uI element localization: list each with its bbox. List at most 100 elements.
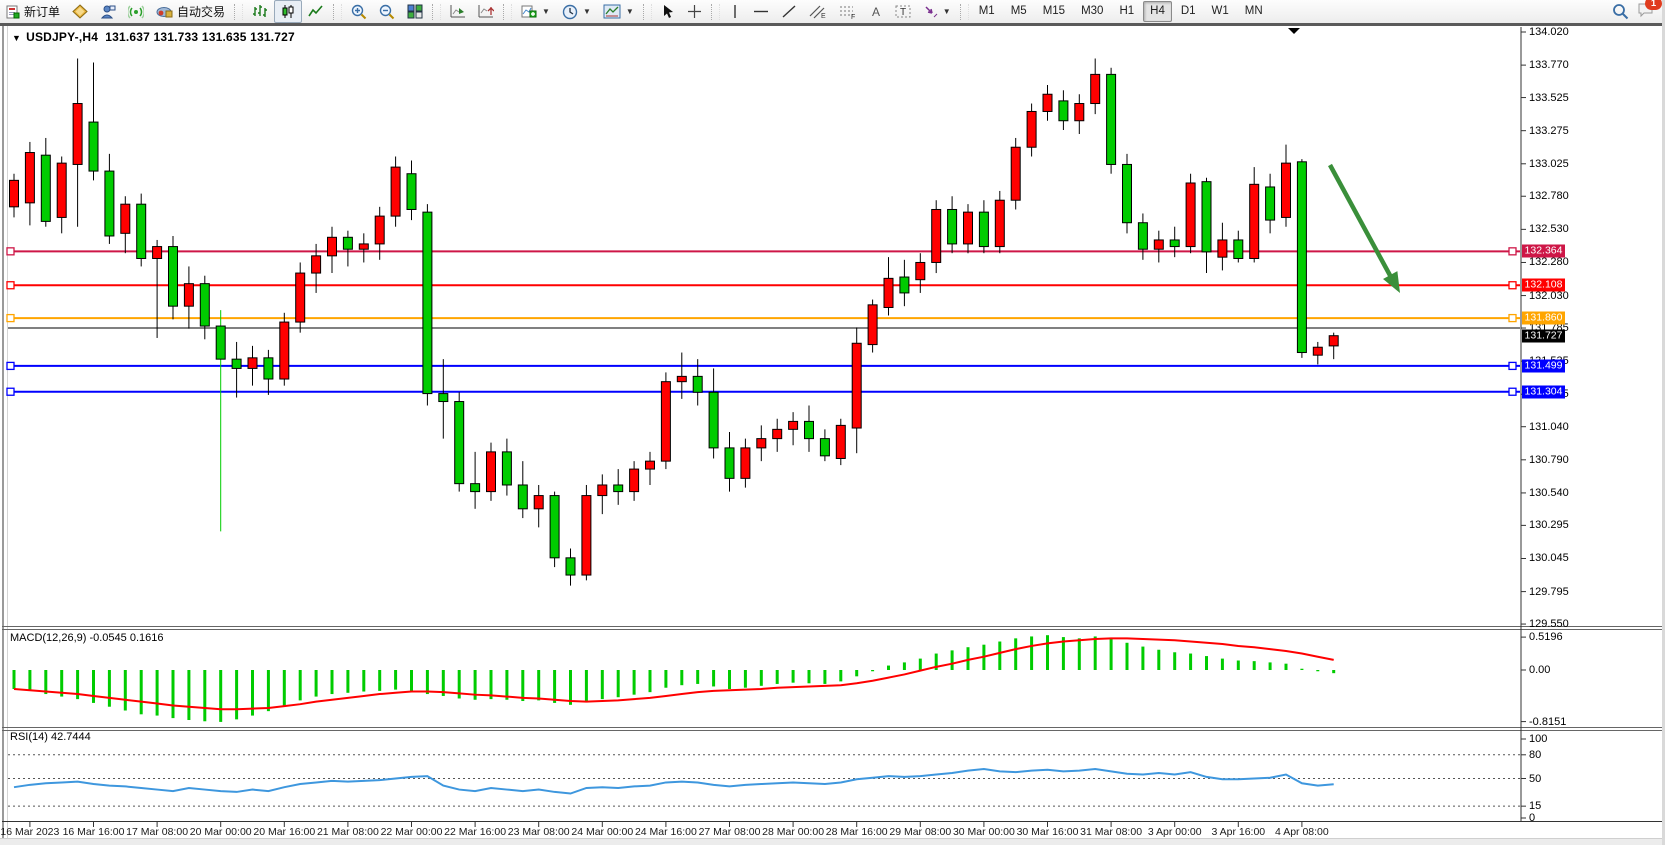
candle-body [1282,163,1291,217]
candle-body [1154,240,1163,249]
price-axis-tick: 132.530 [1529,223,1569,235]
candle-body [661,382,670,461]
rsi-axis-tick: 50 [1529,773,1541,785]
line-anchor-handle[interactable] [1509,388,1516,395]
price-axis-tick: 133.025 [1529,158,1569,170]
macd-histogram-bar [601,670,604,699]
time-axis-label: 31 Mar 08:00 [1080,826,1142,838]
macd-histogram-bar [871,670,874,671]
macd-histogram-bar [712,670,715,686]
price-tag: 131.304 [1522,385,1565,398]
line-anchor-handle[interactable] [1509,362,1516,369]
candle-body [1313,347,1322,355]
price-axis-tick: 133.525 [1529,92,1569,104]
rsi-line [14,769,1334,793]
candle-body [1011,147,1020,200]
candle-body [375,216,384,244]
macd-histogram-bar [760,670,763,686]
macd-histogram-bar [1078,638,1081,670]
candle-body [1091,74,1100,103]
macd-histogram-bar [1189,654,1192,670]
candle-body [995,200,1004,246]
candle-body [200,284,209,326]
rsi-label: RSI(14) 42.7444 [10,731,91,743]
candle-body [709,392,718,448]
candle-body [693,376,702,392]
macd-histogram-bar [887,666,890,670]
macd-histogram-bar [1300,669,1303,670]
candle-body [1059,101,1068,121]
candle-body [407,174,416,210]
candle-body [916,262,925,279]
line-anchor-handle[interactable] [1509,248,1516,255]
status-strip [0,838,1665,845]
macd-histogram-bar [1094,636,1097,670]
line-anchor-handle[interactable] [1509,282,1516,289]
macd-histogram-bar [1157,650,1160,670]
macd-histogram-bar [13,670,16,689]
macd-histogram-bar [680,670,683,685]
macd-histogram-bar [394,670,397,690]
price-axis-tick: 131.040 [1529,421,1569,433]
price-tag: 132.108 [1522,279,1565,292]
line-anchor-handle[interactable] [7,362,14,369]
candle-body [1075,104,1084,121]
macd-axis-tick: 0.5196 [1529,631,1563,643]
candle-body [343,237,352,249]
macd-label: MACD(12,26,9) -0.0545 0.1616 [10,632,163,644]
macd-histogram-bar [299,670,302,700]
macd-histogram-bar [792,670,795,683]
candle-body [868,305,877,345]
macd-histogram-bar [1126,643,1129,670]
macd-histogram-bar [92,670,95,703]
candle-body [725,448,734,478]
price-axis-tick: 129.795 [1529,586,1569,598]
time-axis-label: 30 Mar 00:00 [953,826,1015,838]
time-axis-label: 4 Apr 08:00 [1275,826,1329,838]
trend-arrow-annotation[interactable] [1330,165,1392,279]
macd-histogram-bar [919,659,922,670]
candle-body [979,212,988,246]
candle-body [328,237,337,256]
line-anchor-handle[interactable] [7,248,14,255]
candle-body [1234,240,1243,259]
line-anchor-handle[interactable] [7,315,14,322]
chart-shift-marker-icon[interactable] [1288,28,1300,34]
macd-histogram-bar [998,642,1001,670]
macd-histogram-bar [696,670,699,684]
time-axis-label: 17 Mar 08:00 [126,826,188,838]
macd-histogram-bar [283,670,286,705]
macd-histogram-bar [1014,638,1017,670]
line-anchor-handle[interactable] [1509,315,1516,322]
macd-histogram-bar [108,670,111,707]
macd-histogram-bar [187,670,190,720]
candle-body [502,452,511,485]
time-axis-label: 3 Apr 00:00 [1148,826,1202,838]
price-axis-tick: 130.790 [1529,454,1569,466]
chart-canvas[interactable] [0,0,1665,845]
line-anchor-handle[interactable] [7,282,14,289]
time-axis-label: 28 Mar 16:00 [826,826,888,838]
macd-histogram-bar [1221,659,1224,670]
line-anchor-handle[interactable] [7,388,14,395]
candle-body [89,122,98,171]
candle-body [216,326,225,359]
candle-body [1170,240,1179,247]
price-axis-tick: 129.550 [1529,618,1569,630]
candle-body [312,256,321,273]
macd-histogram-bar [1030,636,1033,670]
macd-histogram-bar [951,650,954,670]
macd-histogram-bar [235,670,238,719]
candle-body [1107,74,1116,164]
macd-histogram-bar [967,647,970,670]
candle-body [280,322,289,379]
candle-body [518,485,527,509]
candle-body [248,358,257,369]
time-axis-label: 23 Mar 08:00 [508,826,570,838]
macd-histogram-bar [378,670,381,691]
candle-body [964,212,973,244]
candle-body [1043,94,1052,111]
rsi-axis-tick: 0 [1529,812,1535,824]
time-axis-label: 22 Mar 16:00 [444,826,506,838]
macd-axis-tick: 0.00 [1529,664,1550,676]
